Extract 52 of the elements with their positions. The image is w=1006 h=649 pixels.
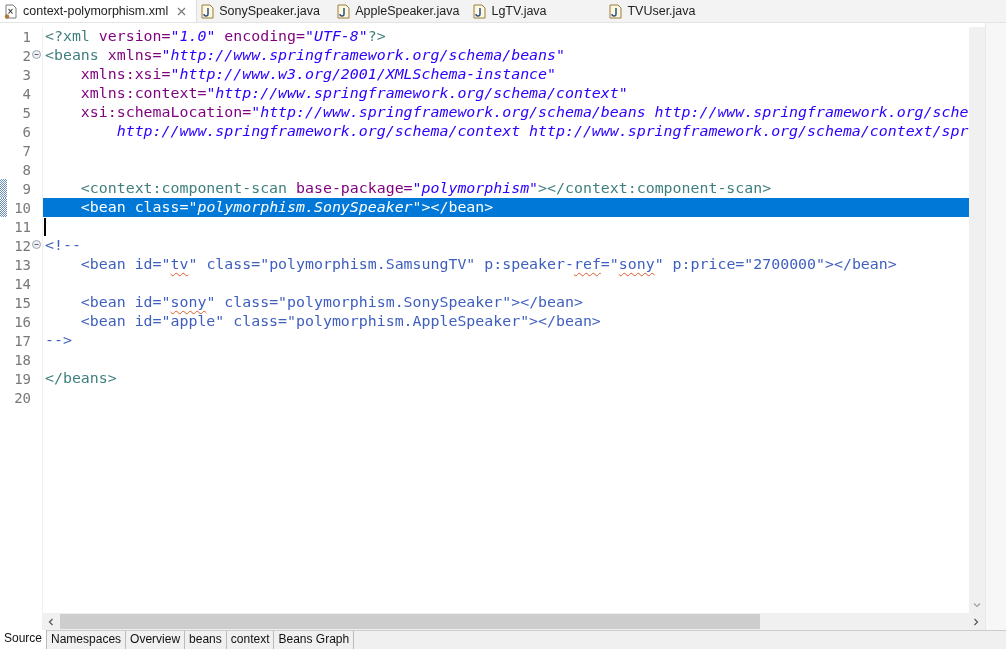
java-file-icon — [337, 3, 351, 19]
vertical-scrollbar[interactable] — [969, 27, 985, 613]
line-number: 20 — [13, 389, 31, 406]
editor-tab[interactable]: TVUser.java — [605, 0, 742, 22]
line-number: 17 — [13, 332, 31, 349]
line-number: 14 — [13, 275, 31, 292]
code-line: xmlns:context="http://www.springframework.org/schema/context" — [79, 84, 628, 103]
code-line: http://www.springframework.org/schema/context http://www.springframework.org/schema/context/spr — [115, 122, 969, 141]
java-file-icon — [201, 3, 215, 19]
line-number: 13 — [13, 256, 31, 273]
scrollbar-thumb[interactable] — [60, 614, 760, 629]
code-line: <context:component-scan base-package="polymorphism"></context:component-scan> — [79, 179, 772, 198]
line-number: 15 — [13, 294, 31, 311]
line-number: 6 — [21, 123, 31, 140]
scroll-left-icon[interactable] — [47, 617, 55, 626]
line-number: 4 — [21, 85, 31, 102]
editor-tab[interactable]: context-polymorphism.xml — [0, 0, 198, 22]
line-number: 12 — [13, 237, 31, 254]
code-line: xsi:schemaLocation="http://www.springframework.org/schema/beans http://www.springframework.org/sche — [79, 103, 969, 122]
editor-tab[interactable]: AppleSpeaker.java — [333, 0, 470, 22]
line-number: 8 — [21, 161, 31, 178]
line-number: 16 — [13, 313, 31, 330]
editor-tab[interactable]: LgTV.java — [469, 0, 606, 22]
code-line: </beans> — [44, 369, 117, 388]
scroll-right-icon[interactable] — [972, 617, 980, 626]
code-line: <!-- — [44, 236, 81, 255]
line-number: 3 — [21, 66, 31, 83]
code-line: xmlns:xsi="http://www.w3.org/2001/XMLSchema-instance" — [79, 65, 556, 84]
code-line: <bean id="apple" class="polymorphism.AppleSpeaker"></bean> — [79, 312, 601, 331]
xml-file-icon — [4, 3, 18, 19]
page-tab[interactable]: Source — [0, 630, 48, 649]
editor-tab[interactable]: SonySpeaker.java — [197, 0, 334, 22]
code-line: <?xml version="1.0" encoding="UTF-8"?> — [44, 27, 386, 46]
fold-icon[interactable] — [32, 50, 41, 59]
fold-icon[interactable] — [32, 240, 41, 249]
line-number: 9 — [21, 180, 31, 197]
java-file-icon — [473, 3, 487, 19]
code-line: <bean id="sony" class="polymorphism.SonySpeaker"></bean> — [79, 293, 583, 312]
line-number: 5 — [21, 104, 31, 121]
code-line: <beans xmlns="http://www.springframework.org/schema/beans" — [44, 46, 565, 65]
code-line: --> — [44, 331, 72, 350]
line-number: 10 — [13, 199, 31, 216]
line-number: 7 — [21, 142, 31, 159]
close-icon[interactable] — [177, 6, 187, 16]
line-number: 2 — [21, 47, 31, 64]
line-number: 18 — [13, 351, 31, 368]
line-number: 1 — [21, 28, 31, 45]
code-line: <bean id="tv" class="polymorphism.SamsungTV" p:speaker-ref="sony" p:price="2700000"></bean> — [79, 255, 897, 274]
line-number: 11 — [13, 218, 31, 235]
line-number: 19 — [13, 370, 31, 387]
java-file-icon — [609, 3, 623, 19]
horizontal-scrollbar[interactable] — [42, 613, 985, 630]
